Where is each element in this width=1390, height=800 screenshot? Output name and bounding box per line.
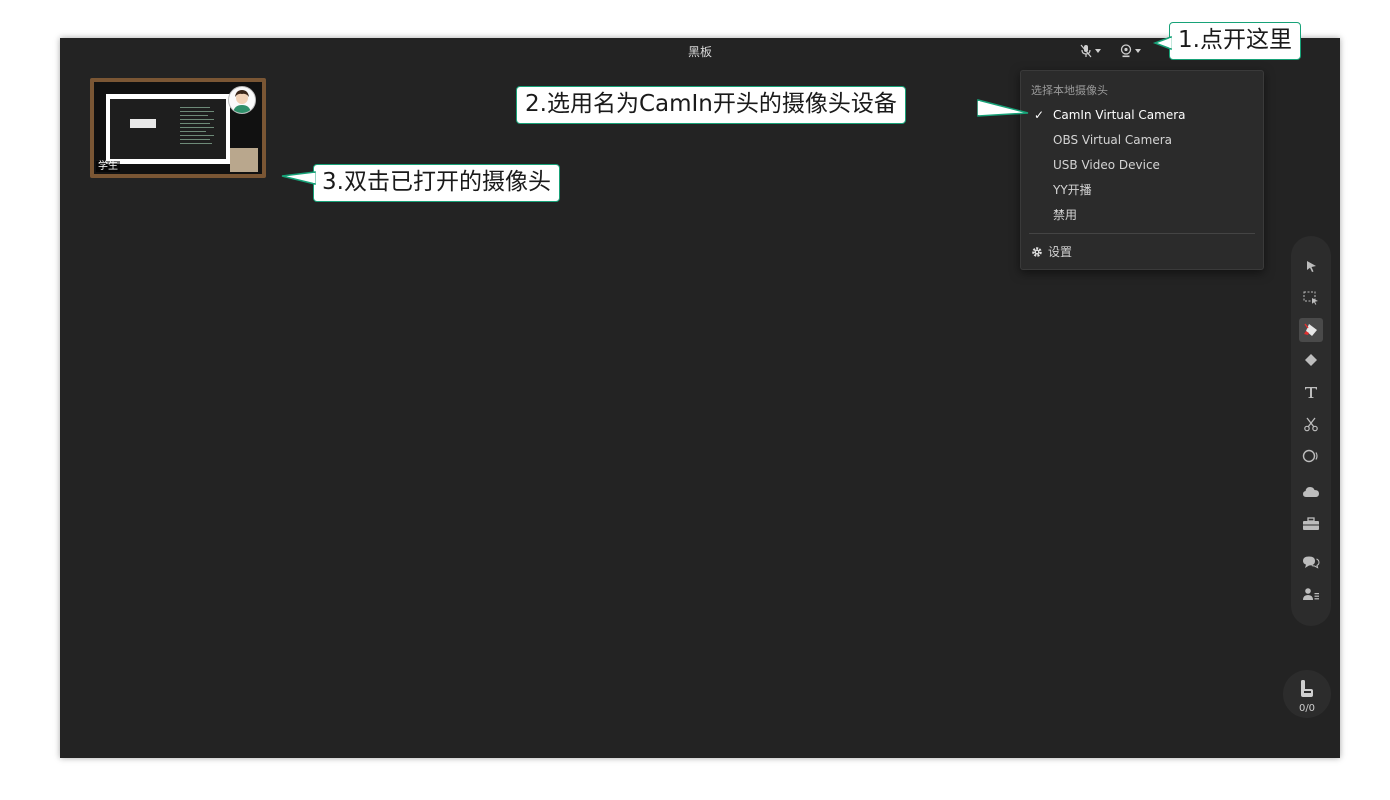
checkmark-icon: ✓: [1034, 108, 1045, 122]
annotation-step-3: 3.双击已打开的摄像头: [313, 164, 560, 202]
pointer-icon: [1307, 261, 1316, 272]
annotation-step-2-pointer: [977, 99, 1029, 117]
tool-chat[interactable]: [1299, 550, 1323, 574]
camera-preview-tile[interactable]: 学生: [90, 78, 266, 178]
tool-text[interactable]: [1299, 380, 1323, 404]
raise-hand-button[interactable]: 0/0: [1283, 670, 1331, 718]
annotation-step-1-pointer: [1152, 35, 1172, 51]
camera-preview-label: 学生: [96, 161, 120, 172]
tool-pen[interactable]: [1299, 318, 1323, 342]
chevron-down-icon: [1095, 49, 1101, 53]
tool-users[interactable]: [1299, 582, 1323, 606]
window-title: 黑板: [687, 45, 712, 59]
camera-option-usb[interactable]: USB Video Device: [1021, 154, 1263, 176]
raise-hand-icon: [1301, 680, 1313, 697]
tool-scissors[interactable]: [1299, 412, 1323, 436]
camera-option-disable[interactable]: 禁用: [1021, 204, 1263, 226]
drawing-toolbar: [1291, 236, 1331, 626]
camera-select-dropdown: 选择本地摄像头 ✓ CamIn Virtual Camera OBS Virtu…: [1020, 70, 1264, 270]
blackboard-window: 黑板 学生 选择本地摄像头 ✓ CamIn Virtual Camera OBS…: [60, 38, 1340, 758]
pen-icon: [1304, 323, 1317, 336]
users-icon: [1303, 588, 1319, 600]
camera-settings-item[interactable]: 设置: [1031, 241, 1072, 263]
chat-icon: [1303, 556, 1320, 569]
camera-menu-header: 选择本地摄像头: [1031, 84, 1108, 97]
title-bar: 黑板: [60, 38, 1340, 64]
avatar: [228, 86, 256, 114]
camera-option-obs[interactable]: OBS Virtual Camera: [1021, 129, 1263, 151]
scissors-icon: [1304, 417, 1318, 432]
camera-option-camin[interactable]: ✓ CamIn Virtual Camera: [1021, 104, 1263, 126]
chevron-down-icon: [1135, 49, 1141, 53]
mic-toggle-button[interactable]: [1080, 42, 1101, 60]
annotation-step-2: 2.选用名为CamIn开头的摄像头设备: [516, 86, 906, 124]
camera-video-frame: 学生: [94, 82, 262, 174]
eraser-icon: [1305, 354, 1317, 366]
hand-count: 0/0: [1298, 703, 1316, 714]
gear-icon: [1032, 247, 1042, 257]
cloud-icon: [1303, 487, 1319, 497]
annotation-step-3-pointer: [281, 171, 316, 185]
tool-shape[interactable]: [1299, 444, 1323, 468]
shape-icon: [1302, 449, 1318, 463]
toolbox-icon: [1303, 517, 1319, 530]
tool-pointer[interactable]: [1299, 254, 1323, 278]
mic-muted-icon: [1080, 44, 1092, 58]
box-select-icon: [1303, 291, 1318, 305]
text-icon: [1305, 387, 1317, 398]
tool-box-select[interactable]: [1299, 286, 1323, 310]
tool-toolbox[interactable]: [1299, 512, 1323, 536]
camera-video-whiteboard: [106, 94, 230, 164]
camera-video-bookshelf: [230, 148, 258, 172]
annotation-step-1: 1.点开这里: [1169, 22, 1301, 60]
camera-select-button[interactable]: [1120, 42, 1141, 60]
camera-option-yy[interactable]: YY开播: [1021, 179, 1263, 201]
menu-divider: [1029, 233, 1255, 234]
tool-cloud[interactable]: [1299, 480, 1323, 504]
webcam-icon: [1120, 44, 1132, 58]
tool-eraser[interactable]: [1299, 348, 1323, 372]
